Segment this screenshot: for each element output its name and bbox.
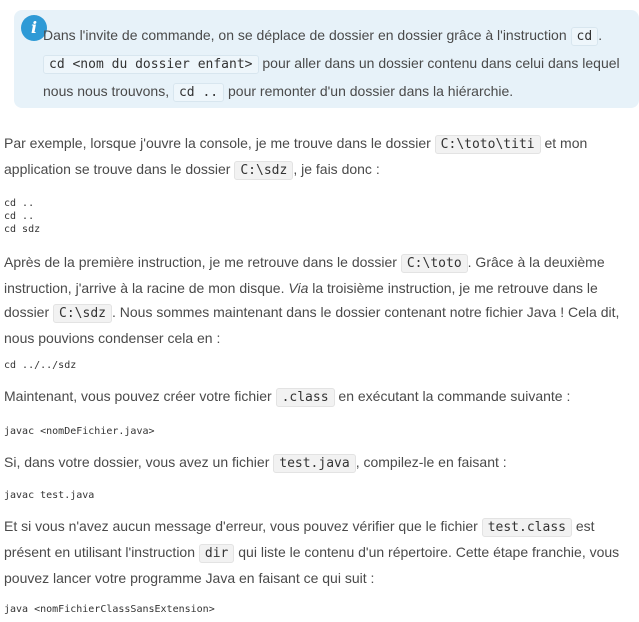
text-run: Après de la première instruction, je me … <box>4 254 401 270</box>
info-text-part: Dans l'invite de commande, on se déplace… <box>43 27 571 43</box>
text-run: , compilez-le en faisant : <box>355 454 507 470</box>
text-run: Et si vous n'avez aucun message d'erreur… <box>4 518 482 534</box>
paragraph-1: Par exemple, lorsque j'ouvre la console,… <box>4 131 638 183</box>
paragraph-4: Si, dans votre dossier, vous avez un fic… <box>4 450 638 476</box>
inline-code: C:\toto <box>400 254 468 273</box>
code-block-3: javac <nomDeFichier.java> <box>4 426 155 437</box>
text-run: Par exemple, lorsque j'ouvre la console,… <box>4 135 435 151</box>
info-text: Dans l'invite de commande, on se déplace… <box>43 22 633 106</box>
emphasis: Via <box>288 280 309 296</box>
inline-code: test.class <box>481 518 572 537</box>
text-run: en exécutant la commande suivante : <box>334 388 571 404</box>
inline-code: cd .. <box>172 83 225 102</box>
info-callout: i Dans l'invite de commande, on se dépla… <box>14 10 639 108</box>
inline-code: cd <box>570 27 599 46</box>
text-run: Si, dans votre dossier, vous avez un fic… <box>4 454 274 470</box>
inline-code: test.java <box>273 454 356 473</box>
info-text-part: pour remonter d'un dossier dans la hiéra… <box>224 83 514 99</box>
paragraph-3: Maintenant, vous pouvez créer votre fich… <box>4 384 638 410</box>
paragraph-2: Après de la première instruction, je me … <box>4 250 638 350</box>
inline-code: cd <nom du dossier enfant> <box>43 55 259 74</box>
paragraph-5: Et si vous n'avez aucun message d'erreur… <box>4 514 638 590</box>
text-run: Maintenant, vous pouvez créer votre fich… <box>4 388 276 404</box>
text-run: , je fais donc : <box>293 161 380 177</box>
code-block-5: java <nomFichierClassSansExtension> <box>4 604 215 615</box>
code-block-2: cd ../../sdz <box>4 360 77 371</box>
info-text-part: . <box>598 27 603 43</box>
inline-code: dir <box>198 544 235 563</box>
code-block-1: cd .. cd .. cd sdz <box>4 198 41 235</box>
inline-code: .class <box>275 388 335 407</box>
inline-code: C:\toto\titi <box>434 135 541 154</box>
inline-code: C:\sdz <box>234 161 294 180</box>
inline-code: C:\sdz <box>53 304 112 323</box>
code-block-4: javac test.java <box>4 490 95 501</box>
